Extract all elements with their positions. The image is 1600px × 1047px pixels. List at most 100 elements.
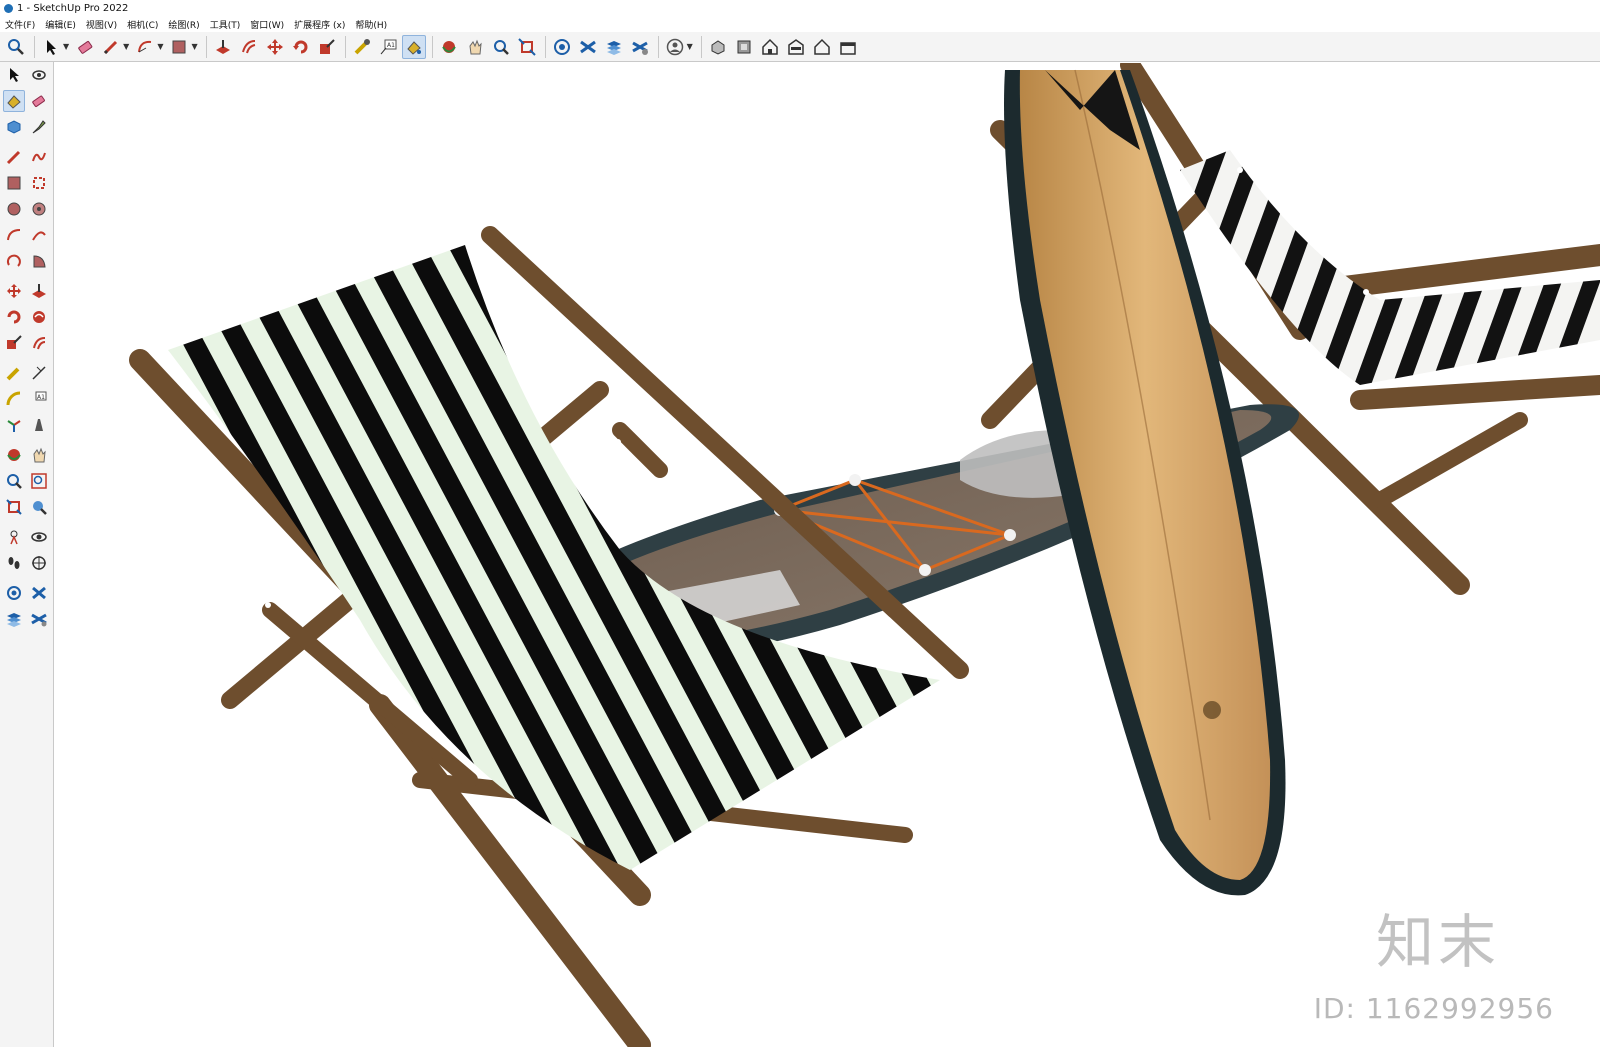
rectangle-icon[interactable] bbox=[167, 35, 191, 59]
rotated-rectangle-icon[interactable] bbox=[28, 172, 50, 194]
user-dropdown-icon[interactable]: ▼ bbox=[687, 42, 693, 51]
3d-text-icon[interactable] bbox=[28, 414, 50, 436]
zoom-window-icon[interactable] bbox=[28, 470, 50, 492]
circle-icon[interactable] bbox=[3, 198, 25, 220]
toolbar-separator bbox=[657, 35, 659, 58]
menu-draw[interactable]: 绘图(R) bbox=[163, 18, 204, 31]
toolbar-separator bbox=[34, 35, 35, 58]
rectangle-icon[interactable] bbox=[3, 172, 25, 194]
orbit-tool-icon[interactable] bbox=[3, 444, 25, 466]
window-title: 1 - SketchUp Pro 2022 bbox=[17, 2, 129, 14]
warehouse-icon[interactable] bbox=[3, 582, 25, 604]
orbit-icon[interactable] bbox=[28, 64, 50, 86]
iso-view-icon[interactable] bbox=[706, 35, 730, 59]
rectangle-dropdown-icon[interactable]: ▼ bbox=[191, 42, 197, 51]
paint-icon[interactable] bbox=[401, 34, 426, 59]
tape-icon[interactable] bbox=[350, 35, 374, 59]
pushpull-icon[interactable] bbox=[28, 280, 50, 302]
watermark-logo: 知末 bbox=[1375, 908, 1500, 976]
axes-icon[interactable] bbox=[3, 414, 25, 436]
main-toolbar: ▼ ▼ ▼ ▼ A1 ▼ bbox=[0, 32, 1600, 62]
model-viewport[interactable]: 知末 ID: 1162992956 bbox=[54, 63, 1600, 1047]
pencil-icon[interactable] bbox=[99, 35, 123, 59]
select-icon[interactable] bbox=[39, 35, 63, 59]
section-plane-icon[interactable] bbox=[28, 552, 50, 574]
zoom-icon[interactable] bbox=[4, 35, 28, 59]
toolbar-separator bbox=[205, 35, 207, 58]
scale-icon[interactable] bbox=[3, 332, 25, 354]
sketchup-app-icon bbox=[4, 3, 13, 13]
move-icon[interactable] bbox=[263, 35, 287, 59]
extension-warehouse-icon[interactable] bbox=[28, 582, 50, 604]
menu-view[interactable]: 视图(V) bbox=[81, 18, 122, 31]
freehand-icon[interactable] bbox=[28, 146, 50, 168]
warehouse-icon[interactable] bbox=[550, 35, 574, 59]
previous-view-icon[interactable] bbox=[28, 496, 50, 518]
polygon-icon[interactable] bbox=[28, 198, 50, 220]
scale-icon[interactable] bbox=[315, 35, 339, 59]
eraser-icon[interactable] bbox=[73, 35, 97, 59]
arc-icon[interactable] bbox=[133, 35, 157, 59]
orbit-icon[interactable] bbox=[437, 35, 461, 59]
title-bar: 1 - SketchUp Pro 2022 bbox=[0, 0, 1600, 16]
zoom-icon[interactable] bbox=[3, 470, 25, 492]
pan-icon[interactable] bbox=[28, 444, 50, 466]
extension-icon[interactable] bbox=[576, 35, 600, 59]
look-around-icon[interactable] bbox=[28, 526, 50, 548]
menu-tools[interactable]: 工具(T) bbox=[205, 18, 246, 31]
scene-render bbox=[129, 63, 1600, 1047]
select-icon[interactable] bbox=[3, 64, 25, 86]
walk-icon[interactable] bbox=[3, 552, 25, 574]
position-camera-icon[interactable] bbox=[3, 526, 25, 548]
toolbar-separator bbox=[344, 35, 346, 58]
menu-bar: 文件(F) 编辑(E) 视图(V) 相机(C) 绘图(R) 工具(T) 窗口(W… bbox=[0, 16, 1600, 32]
user-icon[interactable] bbox=[663, 35, 687, 59]
menu-help[interactable]: 帮助(H) bbox=[350, 18, 392, 31]
menu-window[interactable]: 窗口(W) bbox=[245, 18, 289, 31]
three-point-arc-icon[interactable] bbox=[3, 250, 25, 272]
offset-icon[interactable] bbox=[28, 332, 50, 354]
toolbar-separator bbox=[700, 35, 702, 58]
dimension-icon[interactable] bbox=[28, 362, 50, 384]
pan-icon[interactable] bbox=[463, 35, 487, 59]
eraser-icon[interactable] bbox=[28, 90, 50, 112]
front-view-icon[interactable] bbox=[758, 35, 782, 59]
back-view-icon[interactable] bbox=[810, 35, 834, 59]
left-view-icon[interactable] bbox=[836, 35, 860, 59]
pushpull-icon[interactable] bbox=[211, 35, 235, 59]
front-chair bbox=[129, 226, 969, 1047]
watermark-id: ID: 1162992956 bbox=[1313, 992, 1554, 1025]
pencil-icon[interactable] bbox=[3, 146, 25, 168]
paint-icon[interactable] bbox=[3, 90, 25, 112]
text-icon[interactable]: A1 bbox=[28, 388, 50, 410]
two-point-arc-icon[interactable] bbox=[28, 224, 50, 246]
menu-edit[interactable]: 编辑(E) bbox=[40, 18, 81, 31]
pie-icon[interactable] bbox=[28, 250, 50, 272]
rotate-icon[interactable] bbox=[289, 35, 313, 59]
protractor-icon[interactable] bbox=[3, 388, 25, 410]
component-icon[interactable] bbox=[3, 116, 25, 138]
menu-extensions[interactable]: 扩展程序 (x) bbox=[289, 18, 350, 31]
extension-manager-icon[interactable] bbox=[28, 608, 50, 630]
layout-icon[interactable] bbox=[3, 608, 25, 630]
zoom-extents-icon[interactable] bbox=[515, 35, 539, 59]
right-view-icon[interactable] bbox=[784, 35, 808, 59]
menu-file[interactable]: 文件(F) bbox=[0, 18, 40, 31]
offset-icon[interactable] bbox=[237, 35, 261, 59]
text-icon[interactable]: A1 bbox=[376, 35, 400, 59]
tag-icon[interactable] bbox=[28, 116, 50, 138]
top-view-icon[interactable] bbox=[732, 35, 756, 59]
menu-camera[interactable]: 相机(C) bbox=[122, 18, 163, 31]
pencil-dropdown-icon[interactable]: ▼ bbox=[123, 42, 129, 51]
sandbox-icon[interactable] bbox=[628, 35, 652, 59]
zoom-extents-icon[interactable] bbox=[3, 496, 25, 518]
arc-dropdown-icon[interactable]: ▼ bbox=[157, 42, 163, 51]
arc-icon[interactable] bbox=[3, 224, 25, 246]
move-icon[interactable] bbox=[3, 280, 25, 302]
followme-icon[interactable] bbox=[28, 306, 50, 328]
layers-icon[interactable] bbox=[602, 35, 626, 59]
rotate-icon[interactable] bbox=[3, 306, 25, 328]
select-dropdown-icon[interactable]: ▼ bbox=[63, 42, 69, 51]
zoom-window-icon[interactable] bbox=[489, 35, 513, 59]
tape-icon[interactable] bbox=[3, 362, 25, 384]
